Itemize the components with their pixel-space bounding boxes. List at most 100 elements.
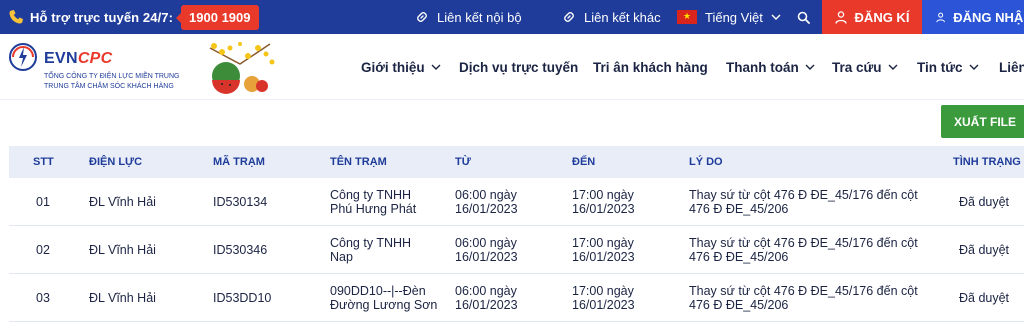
table-row: 01 ĐL Vĩnh Hải ID530134 Công ty TNHH Phú…: [9, 178, 1024, 226]
logo-subtitle-center: TRUNG TÂM CHĂM SÓC KHÁCH HÀNG: [44, 83, 174, 90]
logo-subtitle-company: TỔNG CÔNG TY ĐIỆN LỰC MIỀN TRUNG: [44, 73, 180, 80]
column-header-from: TỪ: [455, 156, 471, 168]
hotline-number[interactable]: 1900 1909: [176, 4, 259, 30]
cell-line: Công ty TNHH: [330, 188, 412, 202]
cell-to: 17:00 ngày 16/01/2023: [572, 236, 635, 264]
chevron-down-icon: [431, 64, 441, 70]
logo-brand: EVNCPC: [44, 50, 113, 68]
cell-status: Đã duyệt: [959, 195, 1010, 209]
external-link[interactable]: Liên kết khác: [562, 0, 661, 34]
cell-from: 06:00 ngày 16/01/2023: [455, 188, 518, 216]
column-header-reason: LÝ DO: [689, 156, 723, 168]
search-button[interactable]: [791, 0, 815, 34]
cell-to: 17:00 ngày 16/01/2023: [572, 284, 635, 312]
cell-line: Thay sứ từ cột 476 Đ ĐE_45/176 đến cột: [689, 188, 918, 202]
column-header-station-name: TÊN TRẠM: [330, 156, 387, 168]
nav-item-online-services[interactable]: Dịch vụ trực tuyến: [459, 34, 578, 100]
register-label: ĐĂNG KÍ: [854, 9, 910, 25]
cell-line: 090DD10--|--Đèn: [330, 284, 426, 298]
cell-line: 16/01/2023: [572, 250, 635, 264]
cell-line: Thay sứ từ cột 476 Đ ĐE_45/176 đến cột: [689, 236, 918, 250]
language-selector[interactable]: Tiếng Việt: [677, 0, 789, 34]
cell-line: 476 Đ ĐE_45/206: [689, 298, 789, 312]
nav-item-label: Tri ân khách hàng: [593, 59, 708, 75]
nav-item-intro[interactable]: Giới thiệu: [361, 34, 441, 100]
cell-line: 16/01/2023: [455, 298, 518, 312]
cell-line: 16/01/2023: [572, 298, 635, 312]
cell-stt: 03: [36, 291, 50, 305]
column-header-electricity-unit: ĐIỆN LỰC: [89, 156, 143, 168]
cell-to: 17:00 ngày 16/01/2023: [572, 188, 635, 216]
table-row: 02 ĐL Vĩnh Hải ID530346 Công ty TNHH Nap…: [9, 226, 1024, 274]
user-icon: [936, 12, 945, 22]
register-button[interactable]: ĐĂNG KÍ: [822, 0, 922, 34]
table-row: 03 ĐL Vĩnh Hải ID53DD10 090DD10--|--Đèn …: [9, 274, 1024, 322]
cell-station-name: 090DD10--|--Đèn Đường Lương Sơn: [330, 284, 437, 312]
nav-item-payment[interactable]: Thanh toán: [726, 34, 815, 100]
column-header-status: TÌNH TRẠNG: [953, 156, 1021, 168]
vietnam-flag-icon: [677, 10, 697, 24]
cell-line: 06:00 ngày: [455, 188, 517, 202]
cell-line: Công ty TNHH: [330, 236, 412, 250]
cell-line: 06:00 ngày: [455, 236, 517, 250]
nav-item-lookup[interactable]: Tra cứu: [832, 34, 898, 100]
cell-line: Phú Hưng Phát: [330, 202, 417, 216]
login-label: ĐĂNG NHẬP: [953, 9, 1024, 25]
nav-item-label: Liên: [999, 59, 1024, 75]
top-bar: Hỗ trợ trực tuyến 24/7: 1900 1909 Liên k…: [0, 0, 1024, 34]
cell-line: 17:00 ngày: [572, 236, 634, 250]
search-icon: [797, 11, 810, 24]
cell-status: Đã duyệt: [959, 243, 1010, 257]
language-label: Tiếng Việt: [705, 9, 763, 25]
cell-status: Đã duyệt: [959, 291, 1010, 305]
evn-logo-icon: [9, 43, 37, 71]
tet-flower-watermelon-decoration: [209, 42, 275, 94]
cell-reason: Thay sứ từ cột 476 Đ ĐE_45/176 đến cột 4…: [689, 188, 918, 216]
link-icon: [417, 12, 427, 22]
internal-link-label: Liên kết nội bộ: [437, 9, 522, 25]
cell-line: 06:00 ngày: [455, 284, 517, 298]
chevron-down-icon: [888, 64, 898, 70]
cell-line: Đường Lương Sơn: [330, 298, 438, 312]
cell-line: 476 Đ ĐE_45/206: [689, 202, 789, 216]
nav-item-label: Thanh toán: [726, 59, 799, 75]
chevron-down-icon: [969, 64, 979, 70]
cell-station-code: ID530346: [213, 243, 268, 257]
cell-line: 17:00 ngày: [572, 284, 634, 298]
cell-electricity-unit: ĐL Vĩnh Hải: [89, 243, 156, 257]
cell-electricity-unit: ĐL Vĩnh Hải: [89, 195, 156, 209]
nav-item-label: Tin tức: [917, 59, 963, 75]
nav-item-label: Tra cứu: [832, 59, 882, 75]
cell-line: 16/01/2023: [455, 202, 518, 216]
logo-brand-cpc: CPC: [77, 50, 113, 67]
cell-station-code: ID530134: [213, 195, 268, 209]
external-link-label: Liên kết khác: [584, 9, 661, 25]
cell-reason: Thay sứ từ cột 476 Đ ĐE_45/176 đến cột 4…: [689, 236, 918, 264]
column-header-station-code: MÃ TRẠM: [213, 156, 265, 168]
nav-item-label: Giới thiệu: [361, 59, 425, 75]
cell-station-code: ID53DD10: [213, 291, 272, 305]
evn-cpc-logo[interactable]: EVNCPC TỔNG CÔNG TY ĐIỆN LỰC MIỀN TRUNG …: [8, 40, 208, 96]
export-file-label: XUẤT FILE: [954, 114, 1016, 129]
nav-item-label: Dịch vụ trực tuyến: [459, 59, 579, 75]
internal-link[interactable]: Liên kết nội bộ: [415, 0, 522, 34]
hotline-label: Hỗ trợ trực tuyến 24/7:: [30, 9, 174, 25]
cell-station-name: Công ty TNHH Phú Hưng Phát: [330, 188, 416, 216]
chevron-down-icon: [771, 14, 781, 20]
cell-line: 16/01/2023: [572, 202, 635, 216]
login-button[interactable]: ĐĂNG NHẬP: [922, 0, 1024, 34]
cell-line: Thay sứ từ cột 476 Đ ĐE_45/176 đến cột: [689, 284, 918, 298]
table-header: STT ĐIỆN LỰC MÃ TRẠM TÊN TRẠM TỪ ĐẾN LÝ …: [9, 146, 1024, 178]
export-file-button[interactable]: XUẤT FILE: [941, 105, 1024, 138]
cell-line: 17:00 ngày: [572, 188, 634, 202]
cell-station-name: Công ty TNHH Nap: [330, 236, 411, 264]
cell-reason: Thay sứ từ cột 476 Đ ĐE_45/176 đến cột 4…: [689, 284, 918, 312]
cell-from: 06:00 ngày 16/01/2023: [455, 236, 518, 264]
nav-item-contact[interactable]: Liên: [999, 34, 1024, 100]
link-icon: [564, 12, 574, 22]
cell-electricity-unit: ĐL Vĩnh Hải: [89, 291, 156, 305]
nav-item-news[interactable]: Tin tức: [917, 34, 979, 100]
cell-line: 476 Đ ĐE_45/206: [689, 250, 789, 264]
cell-stt: 02: [36, 243, 50, 257]
nav-item-customer-appreciation[interactable]: Tri ân khách hàng: [593, 34, 708, 100]
